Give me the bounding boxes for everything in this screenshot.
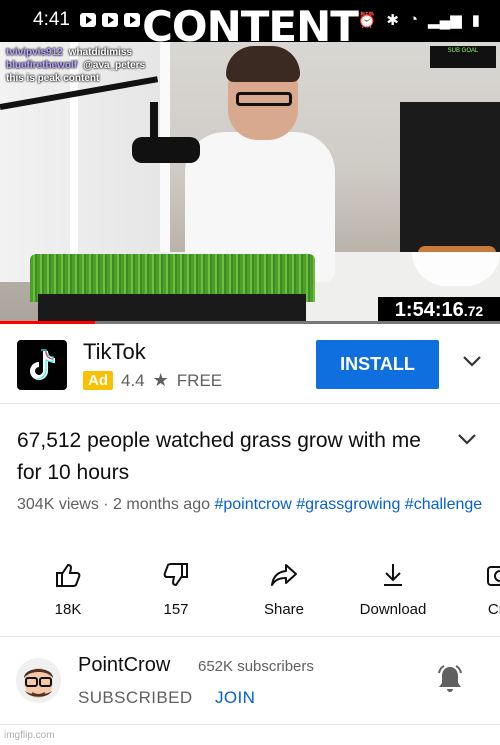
video-title[interactable]: 67,512 people watched grass grow with me… <box>17 425 437 489</box>
download-icon <box>343 560 443 590</box>
chat-message: this is peak content <box>6 73 100 84</box>
star-icon: ★ <box>152 370 169 390</box>
join-button[interactable]: JOIN <box>215 688 255 708</box>
thumbs-down-icon <box>126 560 226 590</box>
hashtag-link[interactable]: #grassgrowing <box>296 496 400 513</box>
chat-line: bluefirethewolf @ava_peters <box>6 59 145 72</box>
timer-main: 1:54:16 <box>394 299 464 321</box>
upload-age: 2 months ago <box>113 496 210 513</box>
download-button[interactable]: Download <box>343 560 443 618</box>
share-label: Share <box>263 601 305 618</box>
video-microphone <box>132 137 200 163</box>
like-button[interactable]: 18K <box>18 560 118 618</box>
ad-row[interactable]: TikTok Ad 4.4 ★ FREE INSTALL <box>0 324 500 404</box>
thumbs-up-icon <box>18 560 118 590</box>
chat-message: whatdidimiss <box>68 47 133 58</box>
ad-badge: Ad <box>83 371 113 390</box>
video-mic-stand <box>150 102 158 142</box>
stream-chat: tvivipvis912 whatdidimiss bluefirethewol… <box>6 46 145 85</box>
chevron-down-icon[interactable] <box>462 354 482 372</box>
hashtag-link[interactable]: #pointcrow <box>214 496 291 513</box>
sub-goal-widget: SUB GOAL <box>430 46 496 68</box>
like-count: 18K <box>54 601 82 618</box>
create-icon <box>450 560 500 590</box>
sub-goal-label: SUB GOAL <box>447 48 479 54</box>
ad-rating: 4.4 <box>121 370 145 390</box>
action-bar: 18K 157 Share Download Cre <box>0 560 500 622</box>
tiktok-logo-icon <box>17 340 67 390</box>
chat-message: @ava_peters <box>83 60 146 71</box>
create-button[interactable]: Cre <box>450 560 500 618</box>
share-button[interactable]: Share <box>234 560 334 618</box>
divider <box>0 724 500 725</box>
dislike-count: 157 <box>163 601 189 618</box>
timer-ms: .72 <box>463 303 484 319</box>
video-player[interactable]: tvivipvis912 whatdidimiss bluefirethewol… <box>0 42 500 324</box>
download-label: Download <box>359 601 427 618</box>
view-count: 304K views <box>17 496 99 513</box>
chat-line: tvivipvis912 whatdidimiss <box>6 46 145 59</box>
subscribed-button[interactable]: SUBSCRIBED <box>78 688 193 708</box>
ad-app-name[interactable]: TikTok <box>83 339 146 365</box>
create-label: Cre <box>487 601 500 618</box>
video-grass-tray <box>38 294 306 324</box>
notification-bell-icon[interactable] <box>436 664 464 699</box>
watermark: imgflip.com <box>4 730 55 741</box>
video-person-glasses <box>236 92 292 106</box>
stream-timer: 1:54:16.72 <box>378 297 500 324</box>
chat-user: tvivipvis912 <box>6 47 63 58</box>
ad-meta: Ad 4.4 ★ FREE <box>83 370 222 391</box>
channel-avatar[interactable] <box>16 658 61 703</box>
hashtag-link[interactable]: #challenge <box>405 496 482 513</box>
divider <box>0 636 500 637</box>
chat-line: this is peak content <box>6 72 145 85</box>
dislike-button[interactable]: 157 <box>126 560 226 618</box>
chat-user: bluefirethewolf <box>6 60 78 71</box>
video-person-hair <box>226 46 300 82</box>
share-icon <box>234 560 334 590</box>
ad-price: FREE <box>176 370 223 390</box>
subscriber-count: 652K subscribers <box>198 658 314 675</box>
expand-description-icon[interactable] <box>457 432 477 450</box>
channel-name[interactable]: PointCrow <box>78 654 170 677</box>
install-button[interactable]: INSTALL <box>316 340 439 389</box>
video-meta: 304K views · 2 months ago #pointcrow #gr… <box>17 496 483 513</box>
